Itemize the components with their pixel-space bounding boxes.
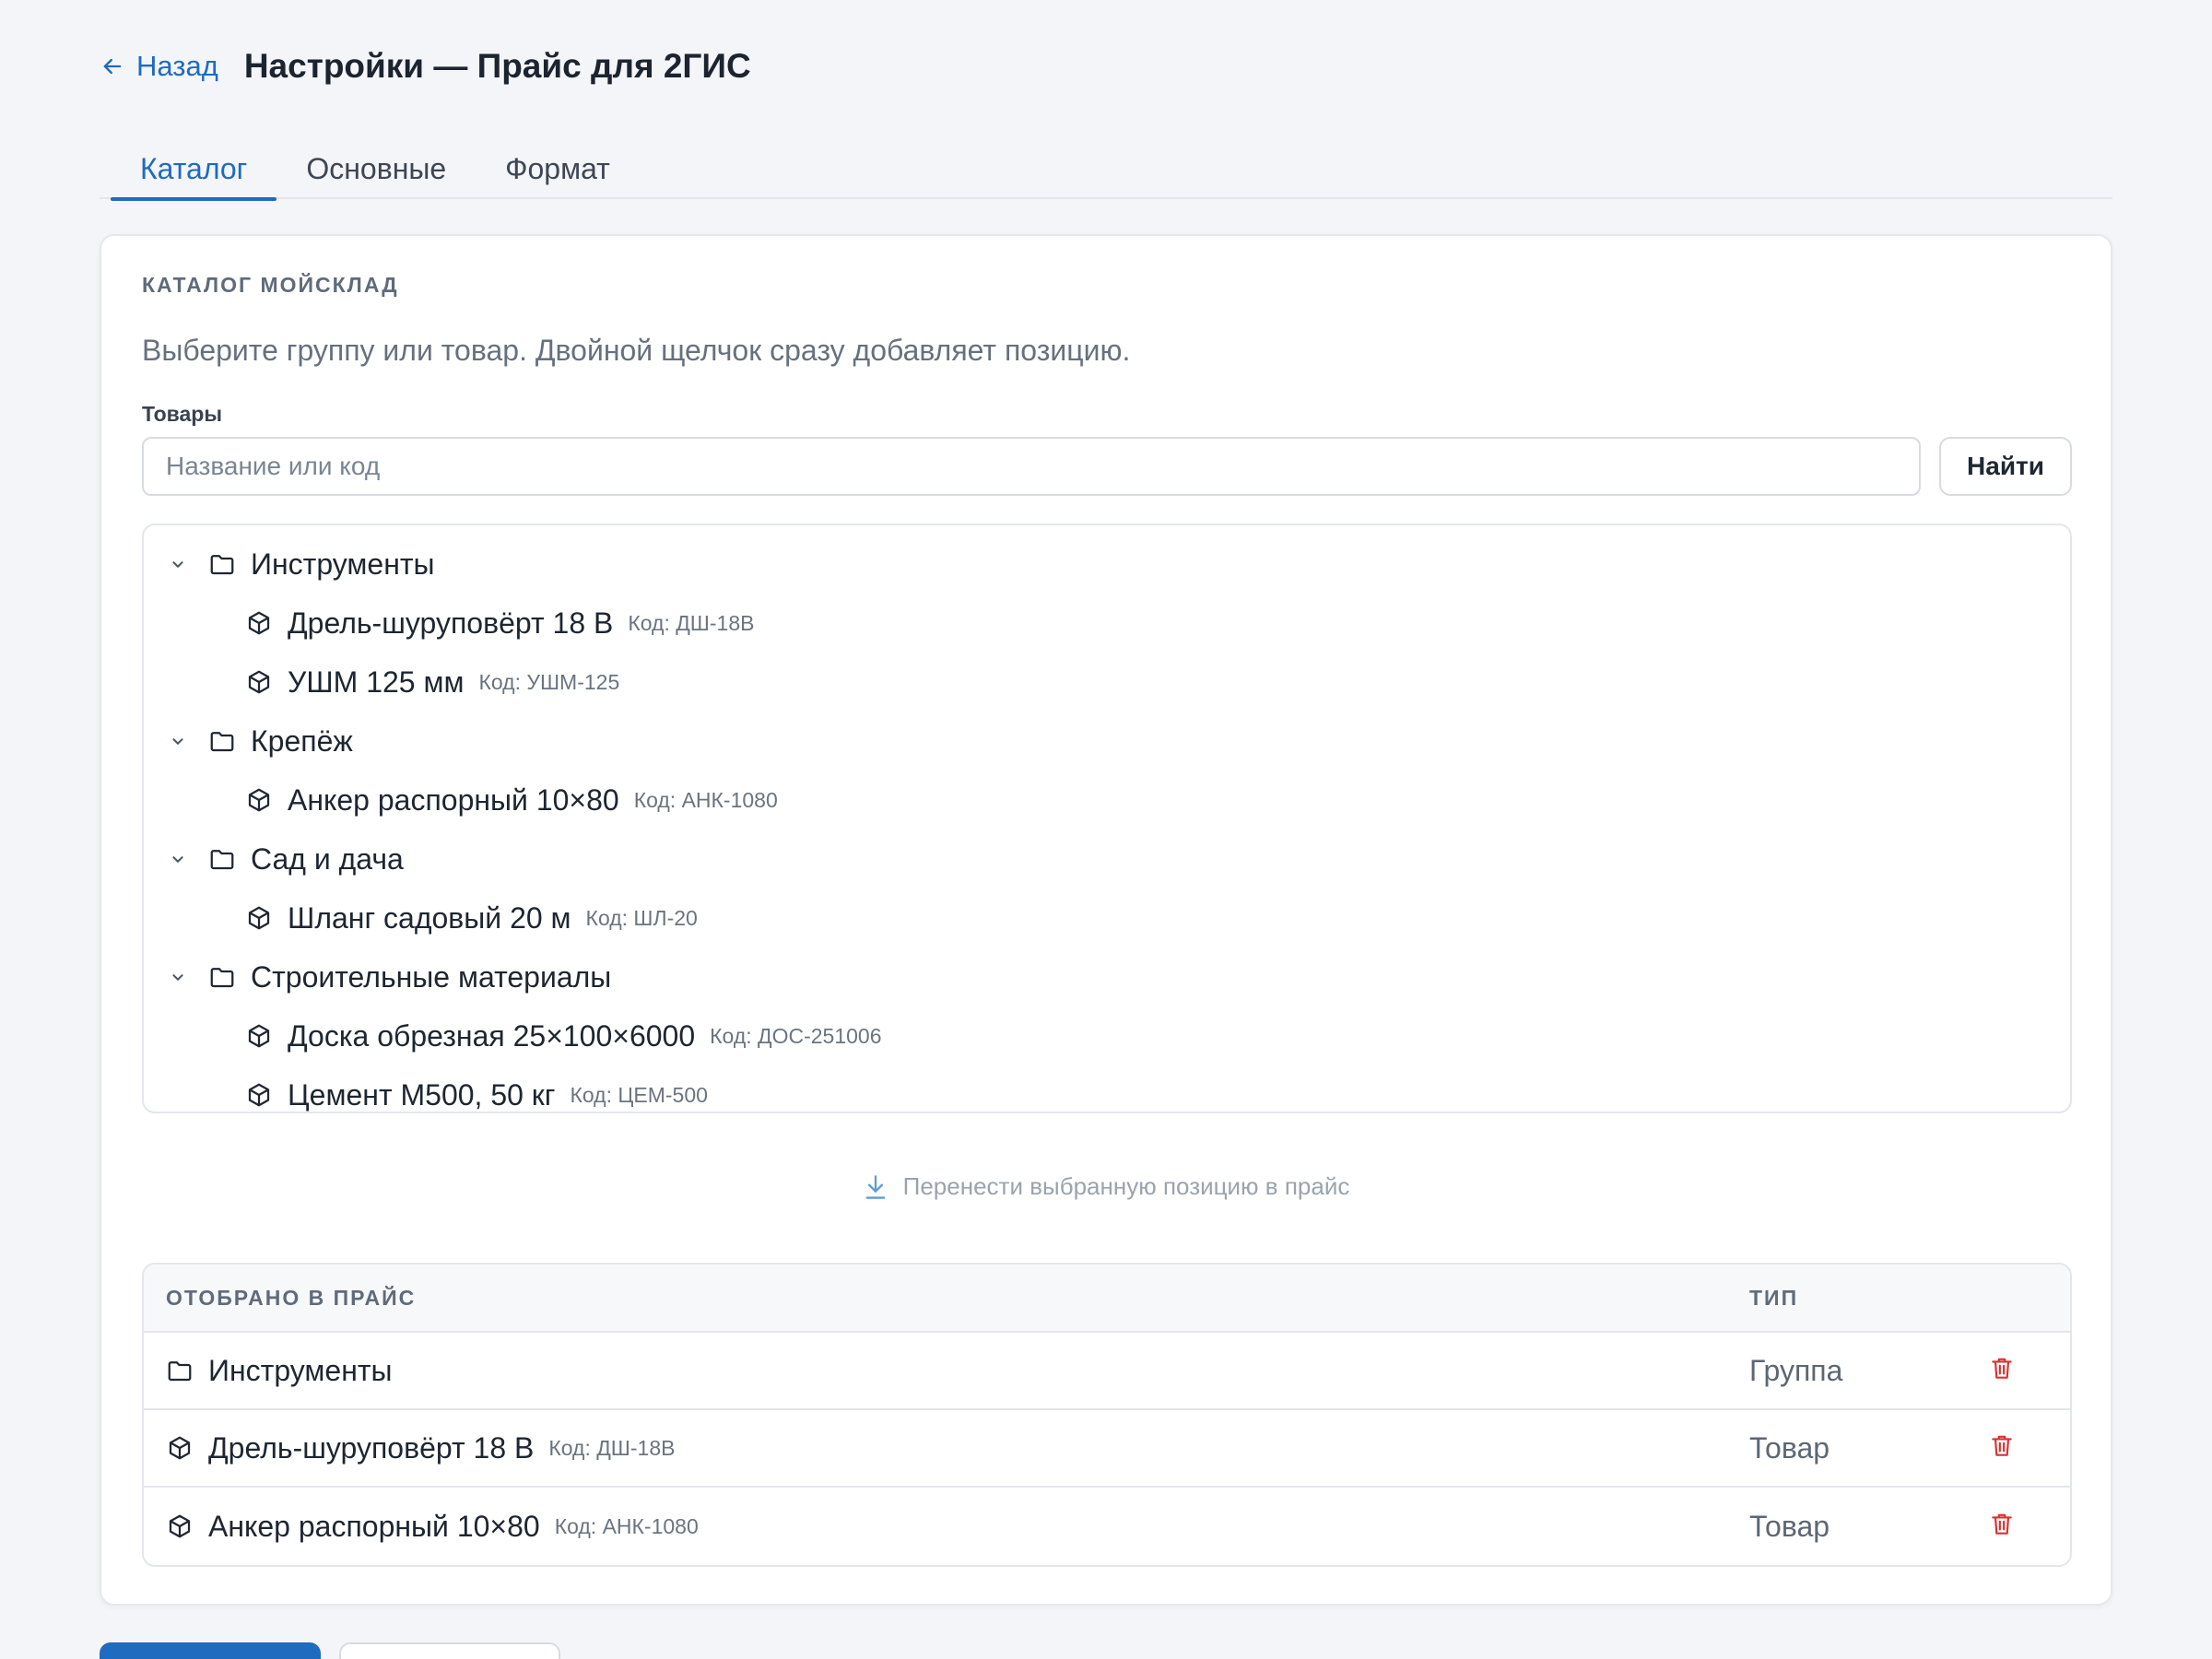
tree-label: Анкер распорный 10×80 xyxy=(288,782,619,817)
selected-table: ОТОБРАНО В ПРАЙС ТИП Инструменты Группа Др… xyxy=(142,1263,2072,1567)
tree-item-row[interactable]: Дрель-шуруповёрт 18 В Код: ДШ-18В xyxy=(144,594,2070,653)
row-name: Дрель-шуруповёрт 18 В Код: ДШ-18В xyxy=(166,1431,675,1465)
row-name: Инструменты xyxy=(166,1354,393,1388)
back-link[interactable]: Назад xyxy=(100,50,218,83)
chevron-down-icon[interactable] xyxy=(168,849,188,869)
folder-icon xyxy=(208,962,238,992)
tab-main[interactable]: Основные xyxy=(276,138,476,199)
section-title: КАТАЛОГ МОЙСКЛАД xyxy=(142,273,399,297)
item-code: Код: АНК-1080 xyxy=(554,1513,699,1538)
search-input[interactable] xyxy=(142,437,1921,496)
tree-group-row[interactable]: Строительные материалы xyxy=(144,947,2070,1006)
tree-item-row[interactable]: Шланг садовый 20 м Код: ШЛ-20 xyxy=(144,888,2070,947)
table-row: Анкер распорный 10×80 Код: АНК-1080 Товар xyxy=(144,1488,2070,1565)
package-icon xyxy=(166,1433,195,1463)
header: Назад Настройки — Прайс для 2ГИС xyxy=(100,44,751,88)
package-icon xyxy=(245,903,275,933)
package-icon xyxy=(245,785,275,815)
arrow-left-icon xyxy=(103,58,122,75)
cancel-button[interactable] xyxy=(339,1642,560,1659)
delete-button[interactable] xyxy=(1987,1433,2017,1463)
tree-label: Строительные материалы xyxy=(251,959,612,994)
package-icon xyxy=(245,667,275,697)
tree-group-row[interactable]: Крепёж xyxy=(144,712,2070,771)
folder-icon xyxy=(166,1356,195,1385)
chevron-down-icon[interactable] xyxy=(168,967,188,987)
row-type: Группа xyxy=(1749,1353,1843,1387)
row-type: Товар xyxy=(1749,1430,1830,1465)
tree-item-row[interactable]: Цемент М500, 50 кг Код: ЦЕМ-500 xyxy=(144,1065,2070,1112)
row-label: Дрель-шуруповёрт 18 В xyxy=(208,1430,535,1465)
find-button[interactable]: Найти xyxy=(1939,437,2072,496)
tree-group-row[interactable]: Сад и дача xyxy=(144,830,2070,888)
trash-icon xyxy=(1990,1512,2014,1542)
table-row: Дрель-шуруповёрт 18 В Код: ДШ-18В Товар xyxy=(144,1410,2070,1488)
transfer-label: Перенести выбранную позицию в прайс xyxy=(902,1172,1350,1200)
chevron-down-icon[interactable] xyxy=(168,554,188,574)
back-label: Назад xyxy=(136,50,218,82)
tree-label: Дрель-шуруповёрт 18 В xyxy=(288,606,614,640)
item-code: Код: УШМ-125 xyxy=(478,669,620,694)
hint-text: Выберите группу или товар. Двойной щелчо… xyxy=(142,334,1131,367)
catalog-card: КАТАЛОГ МОЙСКЛАД Выберите группу или тов… xyxy=(100,234,2112,1606)
page: Назад Настройки — Прайс для 2ГИС Каталог… xyxy=(0,0,2212,1659)
item-code: Код: АНК-1080 xyxy=(633,787,778,812)
transfer-button[interactable]: Перенести выбранную позицию в прайс xyxy=(101,1172,2111,1201)
tree-label: Цемент М500, 50 кг xyxy=(288,1077,556,1112)
page-title: Настройки — Прайс для 2ГИС xyxy=(243,47,751,85)
row-label: Анкер распорный 10×80 xyxy=(208,1509,540,1543)
item-code: Код: ЦЕМ-500 xyxy=(570,1082,708,1107)
folder-icon xyxy=(208,726,238,756)
col-header-name: ОТОБРАНО В ПРАЙС xyxy=(166,1285,417,1310)
table-header: ОТОБРАНО В ПРАЙС ТИП xyxy=(144,1265,2070,1333)
delete-button[interactable] xyxy=(1987,1356,2017,1385)
download-icon xyxy=(865,1174,886,1199)
item-code: Код: ДШ-18В xyxy=(628,610,755,635)
tree-label: Доска обрезная 25×100×6000 xyxy=(288,1018,696,1053)
package-icon xyxy=(245,608,275,638)
chevron-down-icon[interactable] xyxy=(168,731,188,751)
save-button[interactable] xyxy=(100,1642,321,1659)
tree-label: Шланг садовый 20 м xyxy=(288,900,571,935)
item-code: Код: ДОС-251006 xyxy=(710,1023,882,1048)
delete-button[interactable] xyxy=(1987,1512,2017,1541)
trash-icon xyxy=(1990,1433,2014,1464)
tab-bar: Каталог Основные Формат xyxy=(100,138,2112,201)
row-name: Анкер распорный 10×80 Код: АНК-1080 xyxy=(166,1510,699,1544)
tree-label: Сад и дача xyxy=(251,841,404,876)
folder-icon xyxy=(208,844,238,874)
item-code: Код: ШЛ-20 xyxy=(585,905,698,930)
tab-format[interactable]: Формат xyxy=(476,138,640,199)
package-icon xyxy=(245,1021,275,1051)
catalog-tree[interactable]: Инструменты Дрель-шуруповёрт 18 В Код: ДШ-… xyxy=(142,524,2072,1113)
products-label: Товары xyxy=(142,402,222,426)
table-body: Инструменты Группа Дрель-шуруповёрт 18 В Ко… xyxy=(144,1333,2070,1565)
tree-label: Инструменты xyxy=(251,547,435,581)
row-type: Товар xyxy=(1749,1509,1830,1543)
tree-item-row[interactable]: Анкер распорный 10×80 Код: АНК-1080 xyxy=(144,771,2070,830)
tree-item-row[interactable]: Доска обрезная 25×100×6000 Код: ДОС-25100… xyxy=(144,1006,2070,1065)
tree-list: Инструменты Дрель-шуруповёрт 18 В Код: ДШ-… xyxy=(144,535,2070,1112)
table-row: Инструменты Группа xyxy=(144,1333,2070,1410)
tree-label: Крепёж xyxy=(251,724,353,758)
package-icon xyxy=(166,1512,195,1541)
package-icon xyxy=(245,1080,275,1110)
tree-label: УШМ 125 мм xyxy=(288,665,465,699)
tab-catalog[interactable]: Каталог xyxy=(100,138,277,201)
row-label: Инструменты xyxy=(208,1353,393,1387)
tree-group-row[interactable]: Инструменты xyxy=(144,535,2070,594)
col-header-type: ТИП xyxy=(1749,1285,1799,1310)
item-code: Код: ДШ-18В xyxy=(548,1435,676,1460)
folder-icon xyxy=(208,549,238,579)
trash-icon xyxy=(1990,1356,2014,1386)
tree-item-row[interactable]: УШМ 125 мм Код: УШМ-125 xyxy=(144,653,2070,712)
